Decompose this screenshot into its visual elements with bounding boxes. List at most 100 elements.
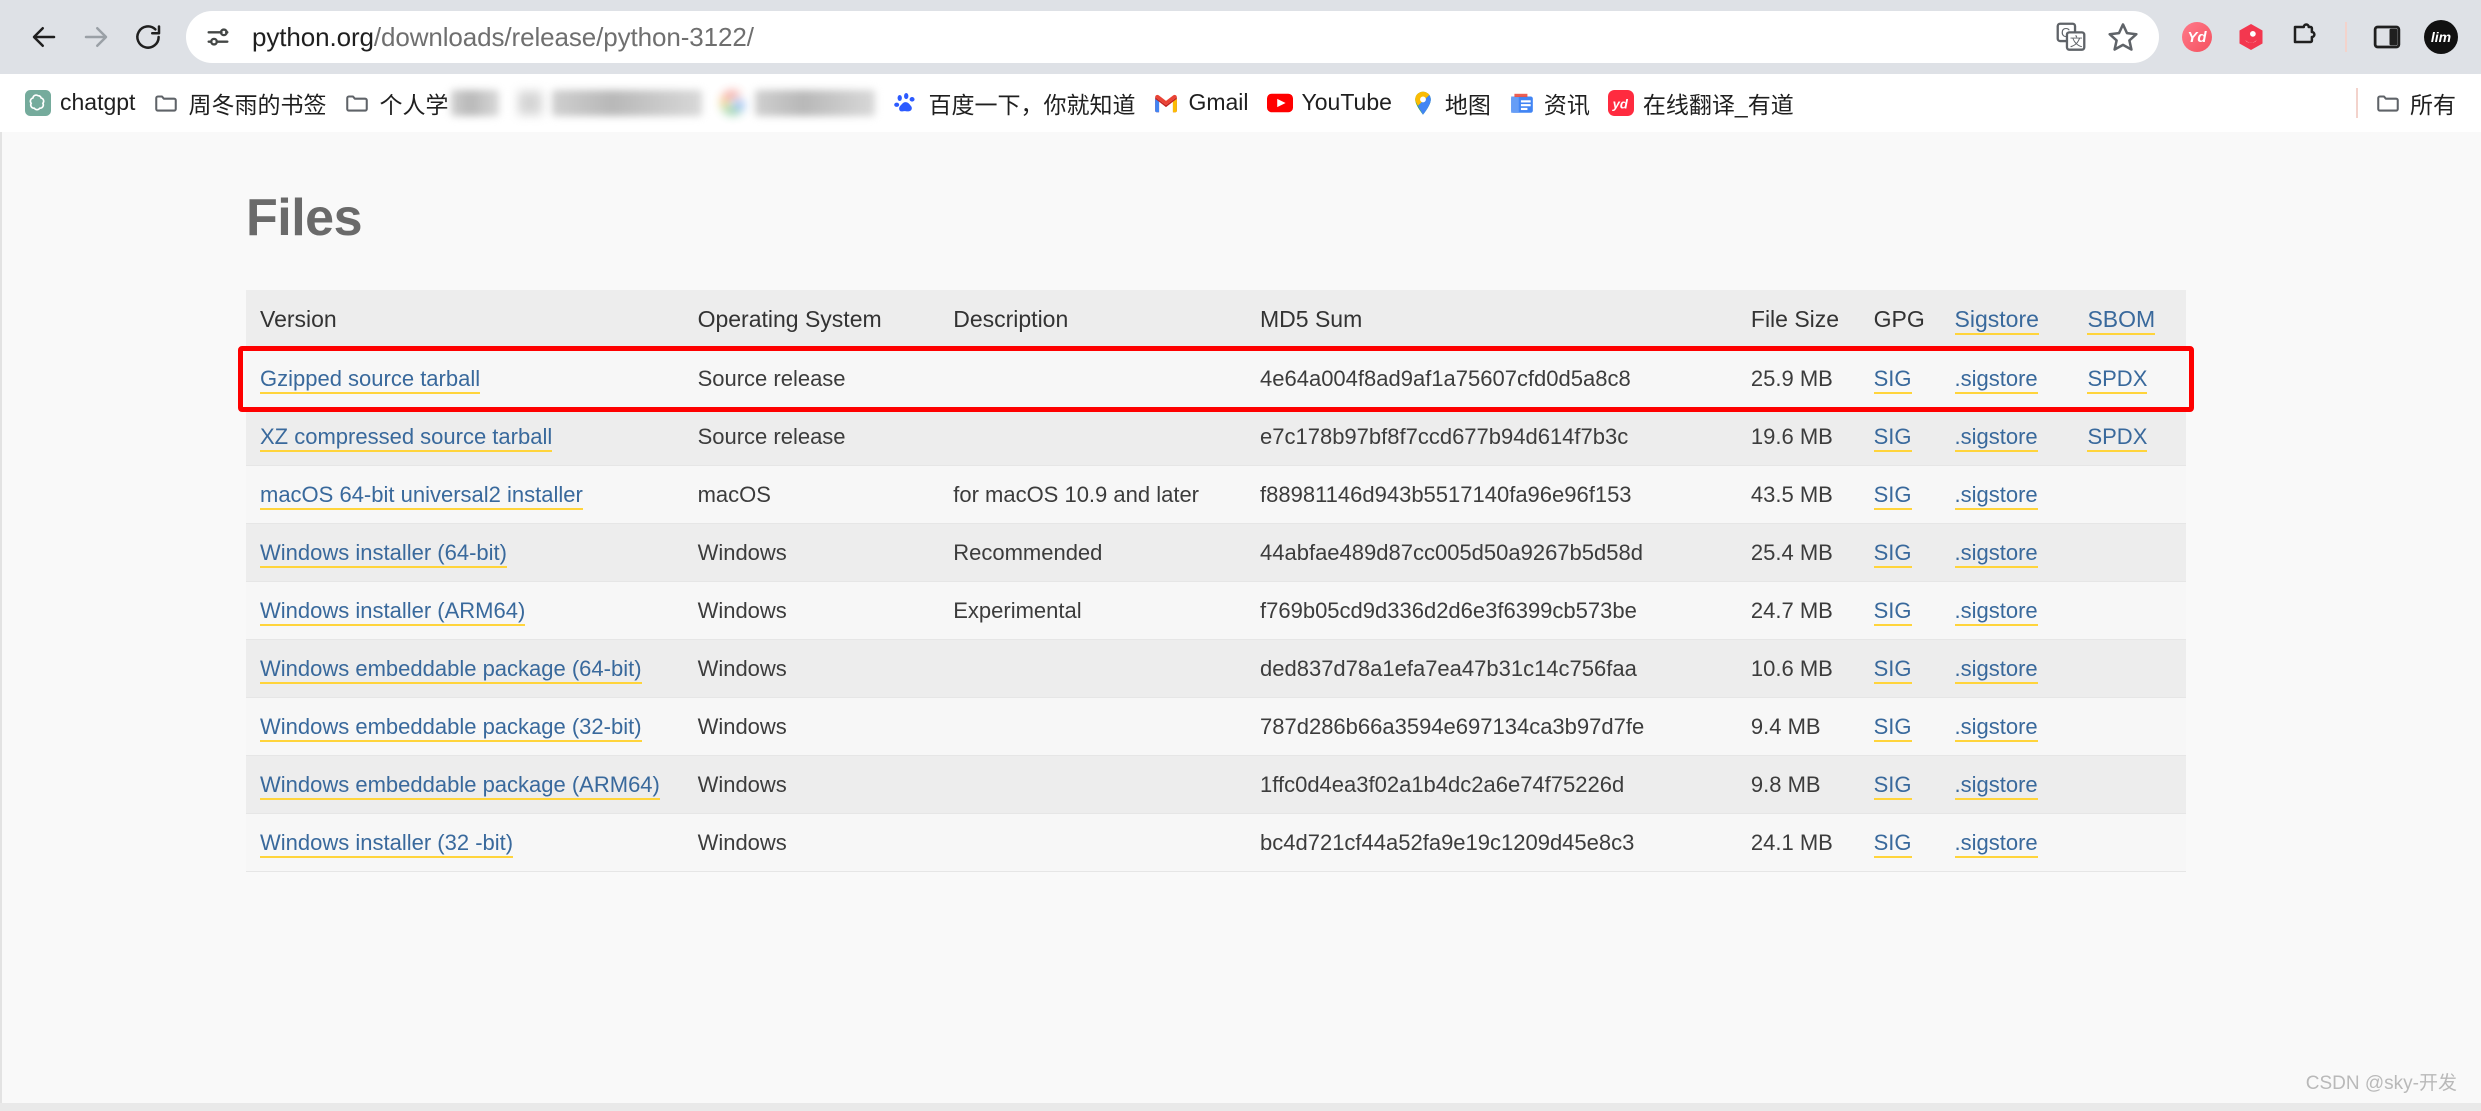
cell-version[interactable]: Gzipped source tarball — [246, 349, 684, 408]
sbom-header-link[interactable]: SBOM — [2087, 306, 2156, 335]
gpg-link[interactable]: SIG — [1873, 481, 1912, 510]
cell-gpg[interactable]: SIG — [1859, 407, 1941, 466]
version-link[interactable]: Windows installer (ARM64) — [260, 597, 526, 626]
gpg-link[interactable]: SIG — [1873, 539, 1912, 568]
youdao-extension-button[interactable]: Yd — [2175, 15, 2219, 59]
cell-gpg[interactable]: SIG — [1859, 755, 1941, 814]
version-link[interactable]: Windows embeddable package (32-bit) — [260, 713, 642, 742]
hexagon-extension-button[interactable] — [2229, 15, 2273, 59]
sigstore-link[interactable]: .sigstore — [1954, 597, 2038, 626]
files-table-body: Gzipped source tarball Source release 4e64… — [246, 349, 2186, 872]
table-row: Windows installer (ARM64) Windows Experime… — [246, 581, 2186, 640]
gpg-link[interactable]: SIG — [1873, 655, 1912, 684]
cell-sigstore[interactable]: .sigstore — [1940, 813, 2074, 872]
cell-gpg[interactable]: SIG — [1859, 697, 1941, 756]
sigstore-link[interactable]: .sigstore — [1954, 655, 2038, 684]
cell-version[interactable]: Windows embeddable package (64-bit) — [246, 639, 684, 698]
sigstore-link[interactable]: .sigstore — [1954, 771, 2038, 800]
gpg-link[interactable]: SIG — [1873, 365, 1912, 394]
cell-size: 24.7 MB — [1736, 581, 1860, 640]
bookmark-folder-dongyu[interactable]: 周冬雨的书签 — [144, 81, 335, 125]
gpg-link[interactable]: SIG — [1873, 829, 1912, 858]
sigstore-link[interactable]: .sigstore — [1954, 829, 2038, 858]
cell-version[interactable]: Windows installer (ARM64) — [246, 581, 684, 640]
forward-button[interactable] — [70, 11, 122, 63]
cell-gpg[interactable]: SIG — [1859, 639, 1941, 698]
extensions-button[interactable] — [2283, 15, 2327, 59]
sigstore-header-link[interactable]: Sigstore — [1954, 306, 2039, 335]
bookmark-folder-all[interactable]: 所有 — [2366, 81, 2465, 125]
cell-version[interactable]: macOS 64-bit universal2 installer — [246, 465, 684, 524]
cell-sbom — [2073, 755, 2186, 814]
cell-size: 25.4 MB — [1736, 523, 1860, 582]
gpg-link[interactable]: SIG — [1873, 423, 1912, 452]
bookmark-item-maps[interactable]: 地图 — [1401, 81, 1500, 125]
gpg-link[interactable]: SIG — [1873, 771, 1912, 800]
cell-description — [939, 813, 1247, 872]
cell-version[interactable]: Windows embeddable package (32-bit) — [246, 697, 684, 756]
version-link[interactable]: Windows installer (32 -bit) — [260, 829, 514, 858]
watermark: CSDN @sky-开发 — [2305, 1073, 2457, 1094]
table-row: Windows embeddable package (64-bit) Windo… — [246, 639, 2186, 698]
sigstore-link[interactable]: .sigstore — [1954, 423, 2038, 452]
bookmark-item-youtube[interactable]: YouTube — [1258, 84, 1401, 121]
cell-sbom[interactable]: SPDX — [2073, 349, 2186, 408]
cell-sigstore[interactable]: .sigstore — [1940, 581, 2074, 640]
site-settings-button[interactable] — [196, 15, 240, 59]
bookmark-item-news[interactable]: 资讯 — [1500, 81, 1599, 125]
gpg-link[interactable]: SIG — [1873, 597, 1912, 626]
profile-button[interactable]: lim — [2419, 15, 2463, 59]
page-content: Files Version Operating System Descripti… — [0, 132, 2481, 872]
cell-gpg[interactable]: SIG — [1859, 465, 1941, 524]
cell-sigstore[interactable]: .sigstore — [1940, 639, 2074, 698]
version-link[interactable]: Windows embeddable package (64-bit) — [260, 655, 642, 684]
version-link[interactable]: Windows embeddable package (ARM64) — [260, 771, 660, 800]
cell-version[interactable]: XZ compressed source tarball — [246, 407, 684, 466]
table-row: Windows installer (32 -bit) Windows bc4d72… — [246, 813, 2186, 872]
cell-gpg[interactable]: SIG — [1859, 349, 1941, 408]
cell-sigstore[interactable]: .sigstore — [1940, 465, 2074, 524]
translate-button[interactable]: G 文 — [2049, 15, 2093, 59]
bookmark-button[interactable] — [2101, 15, 2145, 59]
side-panel-button[interactable] — [2365, 15, 2409, 59]
cell-gpg[interactable]: SIG — [1859, 581, 1941, 640]
cell-sigstore[interactable]: .sigstore — [1940, 349, 2074, 408]
sigstore-link[interactable]: .sigstore — [1954, 539, 2038, 568]
reload-button[interactable] — [122, 11, 174, 63]
back-button[interactable] — [18, 11, 70, 63]
google-maps-icon — [1410, 90, 1436, 116]
version-link[interactable]: Windows installer (64-bit) — [260, 539, 507, 568]
address-bar[interactable]: python.org/downloads/release/python-3122… — [186, 11, 2159, 63]
table-row: Windows embeddable package (ARM64) Window… — [246, 755, 2186, 814]
sigstore-link[interactable]: .sigstore — [1954, 713, 2038, 742]
sigstore-link[interactable]: .sigstore — [1954, 481, 2038, 510]
bookmark-folder-personal-study[interactable]: 个人学 — [335, 81, 508, 125]
sbom-link[interactable]: SPDX — [2087, 423, 2148, 452]
cell-sigstore[interactable]: .sigstore — [1940, 407, 2074, 466]
bookmark-item-google[interactable] — [711, 85, 884, 121]
cell-gpg[interactable]: SIG — [1859, 813, 1941, 872]
sbom-link[interactable]: SPDX — [2087, 365, 2148, 394]
sigstore-link[interactable]: .sigstore — [1954, 365, 2038, 394]
version-link[interactable]: macOS 64-bit universal2 installer — [260, 481, 583, 510]
youdao-icon: yd — [1607, 89, 1634, 116]
bookmark-item-blurred-1[interactable] — [508, 85, 711, 121]
cell-version[interactable]: Windows installer (32 -bit) — [246, 813, 684, 872]
bookmark-item-chatgpt[interactable]: chatgpt — [16, 84, 144, 121]
cell-gpg[interactable]: SIG — [1859, 523, 1941, 582]
side-panel-icon — [2373, 25, 2401, 49]
url-text[interactable]: python.org/downloads/release/python-3122… — [240, 22, 754, 53]
version-link[interactable]: Gzipped source tarball — [260, 365, 481, 394]
bookmark-item-youdao-translate[interactable]: yd 在线翻译_有道 — [1599, 81, 1803, 125]
bookmark-item-baidu[interactable]: 百度一下，你就知道 — [884, 81, 1144, 125]
cell-sigstore[interactable]: .sigstore — [1940, 755, 2074, 814]
cell-sigstore[interactable]: .sigstore — [1940, 697, 2074, 756]
cell-sigstore[interactable]: .sigstore — [1940, 523, 2074, 582]
bookmark-item-gmail[interactable]: Gmail — [1144, 84, 1257, 121]
version-link[interactable]: XZ compressed source tarball — [260, 423, 553, 452]
cell-version[interactable]: Windows installer (64-bit) — [246, 523, 684, 582]
cell-sbom[interactable]: SPDX — [2073, 407, 2186, 466]
gpg-link[interactable]: SIG — [1873, 713, 1912, 742]
page-left-edge — [0, 132, 2, 1111]
cell-version[interactable]: Windows embeddable package (ARM64) — [246, 755, 684, 814]
